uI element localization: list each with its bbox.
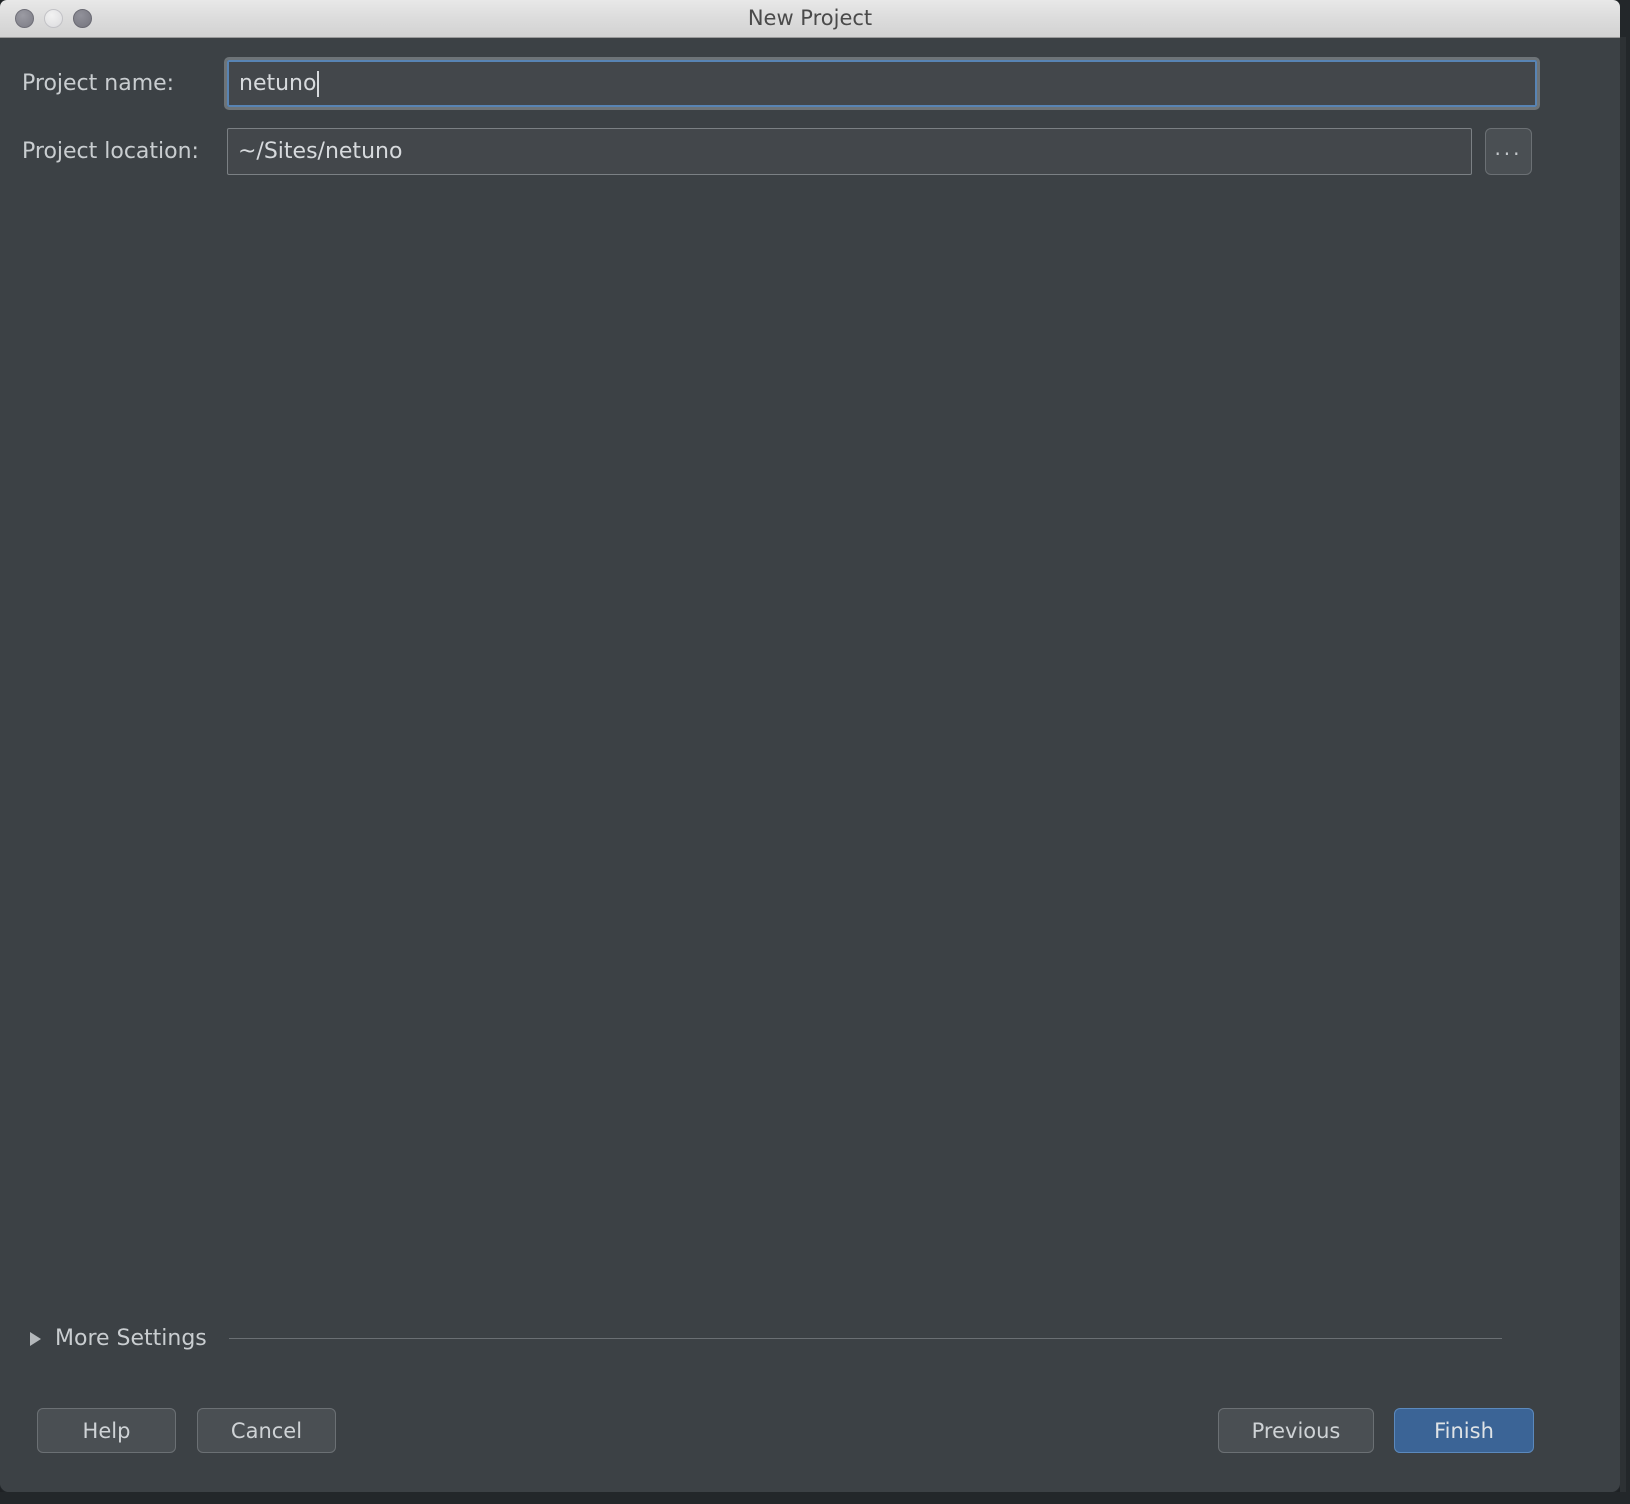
project-name-row: Project name: netuno bbox=[0, 57, 1618, 110]
dialog-body: Project name: netuno Project location: ~… bbox=[0, 38, 1620, 1492]
more-settings-label: More Settings bbox=[55, 1326, 207, 1351]
triangle-right-icon bbox=[30, 1331, 41, 1346]
previous-button[interactable]: Previous bbox=[1218, 1408, 1374, 1453]
project-location-row: Project location: ~/Sites/netuno ... bbox=[0, 128, 1618, 175]
text-caret bbox=[317, 70, 320, 97]
project-location-value: ~/Sites/netuno bbox=[238, 139, 403, 164]
window-right-edge-inner bbox=[1620, 37, 1626, 1492]
project-name-value: netuno bbox=[239, 71, 317, 96]
new-project-dialog: New Project Project name: netuno Project… bbox=[0, 0, 1620, 1492]
browse-ellipsis-button[interactable]: ... bbox=[1485, 128, 1532, 175]
window-title: New Project bbox=[747, 6, 873, 30]
project-name-label: Project name: bbox=[22, 71, 175, 96]
finish-button[interactable]: Finish bbox=[1394, 1408, 1534, 1453]
dialog-footer: Help Cancel Previous Finish bbox=[0, 1398, 1618, 1468]
more-settings-toggle[interactable]: More Settings bbox=[30, 1326, 1590, 1351]
window-bottom-edge bbox=[0, 1492, 1630, 1504]
project-name-input[interactable]: netuno bbox=[224, 57, 1540, 110]
section-divider bbox=[228, 1338, 1502, 1339]
cancel-button[interactable]: Cancel bbox=[197, 1408, 336, 1453]
project-location-input[interactable]: ~/Sites/netuno bbox=[227, 128, 1472, 175]
window-titlebar: New Project bbox=[0, 0, 1620, 38]
project-location-label: Project location: bbox=[22, 139, 199, 164]
help-button[interactable]: Help bbox=[37, 1408, 176, 1453]
